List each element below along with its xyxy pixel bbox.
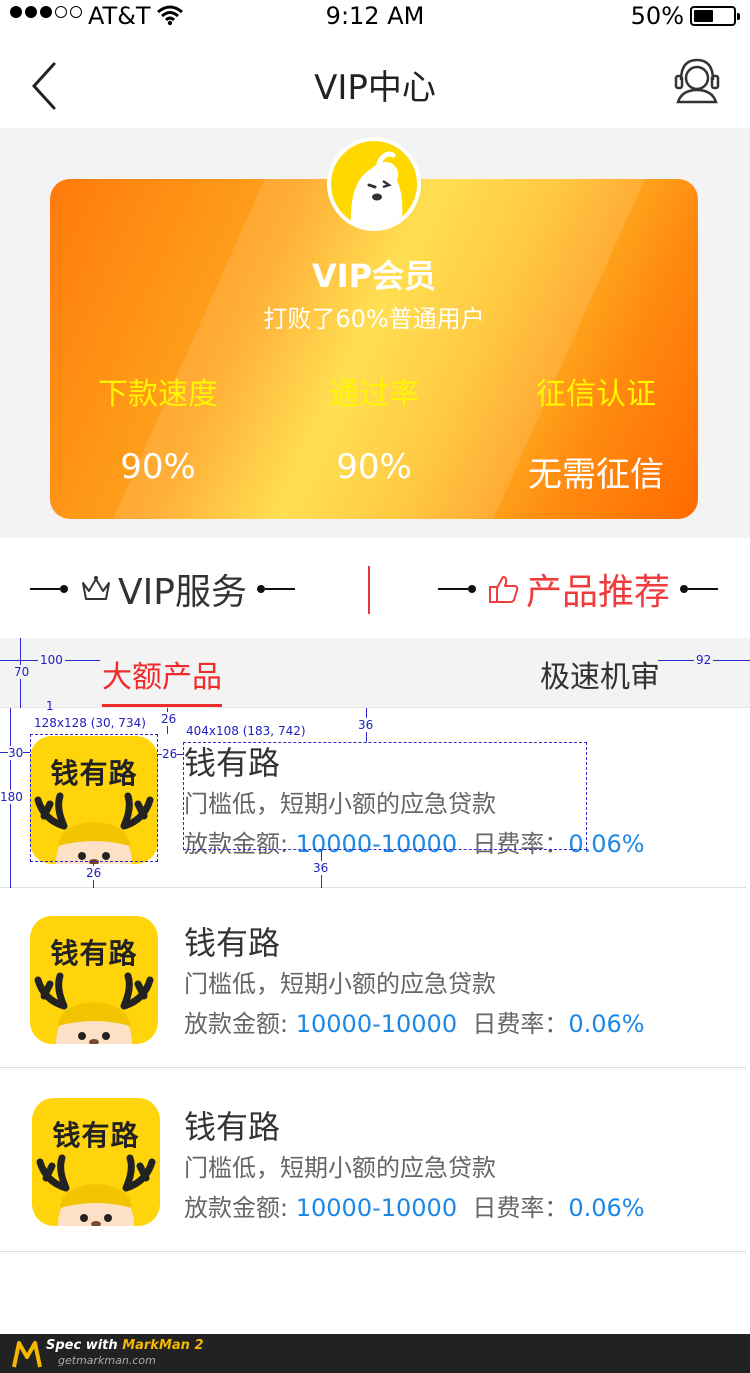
battery-icon bbox=[690, 6, 740, 26]
sub-tabs: 大额产品 极速机审 bbox=[0, 638, 750, 708]
tab-deco-right bbox=[256, 585, 295, 593]
tab-label: 产品推荐 bbox=[526, 572, 671, 613]
measure-label: 26 bbox=[162, 747, 178, 761]
product-name: 钱有路 bbox=[184, 1108, 281, 1146]
tab-deco-left bbox=[30, 585, 68, 593]
product-description: 门槛低，短期小额的应急贷款 bbox=[184, 970, 496, 998]
tab-label: VIP服务 bbox=[118, 572, 247, 613]
amount-value: 10000-10000 bbox=[295, 1010, 458, 1038]
list-item[interactable]: 钱有路 钱有路 门槛低，短期小额的应急贷款 放款金额: 10000-10000 … bbox=[0, 888, 746, 1068]
deer-mascot-icon bbox=[34, 972, 154, 1044]
measure-label: 70 bbox=[14, 665, 30, 679]
section-tabs: VIP服务 产品推荐 bbox=[0, 538, 750, 638]
nav-bar: VIP中心 bbox=[0, 32, 750, 128]
stat-value: 90% bbox=[336, 447, 412, 487]
measure-label: 404x108 (183, 742) bbox=[186, 724, 306, 738]
sub-tab-large-amount[interactable]: 大额产品 bbox=[102, 652, 222, 707]
rate-value: 0.06% bbox=[568, 1010, 645, 1038]
stat-pass-rate: 通过率 90% bbox=[266, 369, 482, 487]
stat-label: 下款速度 bbox=[98, 377, 218, 412]
battery-percentage: 50% bbox=[630, 2, 684, 30]
stat-speed: 下款速度 90% bbox=[50, 369, 266, 487]
rate-label: 日费率： bbox=[472, 1010, 569, 1038]
product-meta: 放款金额: 10000-10000 日费率：0.06% bbox=[184, 1004, 645, 1039]
measure-label: 36 bbox=[358, 718, 374, 732]
rate-value: 0.06% bbox=[568, 1194, 645, 1222]
site-label: getmarkman.com bbox=[58, 1354, 156, 1367]
spec-label: Spec with MarkMan 2 bbox=[46, 1338, 204, 1353]
list-item[interactable]: 钱有路 钱有路 门槛低，短期小额的应急贷款 放款金额: 10000-10000 … bbox=[0, 1068, 746, 1252]
chick-mascot-icon bbox=[350, 151, 403, 227]
markman-logo-icon bbox=[12, 1341, 42, 1368]
status-bar: AT&T 9:12 AM 50% bbox=[0, 0, 750, 32]
amount-label: 放款金额: bbox=[184, 1010, 289, 1038]
measure-label: 36 bbox=[313, 861, 329, 875]
crown-icon bbox=[82, 576, 110, 600]
measure-label: 128x128 (30, 734) bbox=[34, 716, 146, 730]
measure-label: 92 bbox=[694, 653, 714, 667]
measure-box bbox=[30, 734, 158, 862]
deer-mascot-icon bbox=[36, 1154, 156, 1226]
page-title: VIP中心 bbox=[314, 68, 436, 108]
stat-label: 征信认证 bbox=[536, 377, 656, 412]
amount-value: 10000-10000 bbox=[295, 1194, 458, 1222]
battery-fill bbox=[694, 10, 713, 22]
measure-label: 1 bbox=[46, 699, 54, 713]
product-name: 钱有路 bbox=[184, 924, 281, 962]
amount-label: 放款金额: bbox=[184, 1194, 289, 1222]
tab-product-recommend[interactable]: 产品推荐 bbox=[438, 564, 719, 614]
tab-divider bbox=[368, 566, 370, 614]
sub-tab-fast-review[interactable]: 极速机审 bbox=[540, 652, 660, 696]
product-meta: 放款金额: 10000-10000 日费率：0.06% bbox=[184, 1188, 645, 1223]
avatar[interactable] bbox=[327, 137, 421, 231]
markman-footer: Spec with MarkMan 2 getmarkman.com bbox=[0, 1334, 750, 1373]
customer-service-icon[interactable] bbox=[674, 56, 720, 106]
measure-label: 26 bbox=[161, 712, 177, 726]
measure-label: 30 bbox=[8, 746, 24, 760]
product-logo: 钱有路 bbox=[30, 916, 158, 1044]
sub-tab-label: 极速机审 bbox=[540, 660, 660, 695]
rate-label: 日费率： bbox=[472, 1194, 569, 1222]
vip-title: VIP会员 bbox=[311, 257, 437, 295]
measure-label: 180 bbox=[0, 790, 23, 804]
stat-label: 通过率 bbox=[329, 377, 419, 412]
measure-box bbox=[183, 742, 587, 850]
stat-value: 90% bbox=[120, 447, 196, 487]
thumbs-up-icon bbox=[489, 576, 519, 603]
tab-deco-left bbox=[438, 585, 476, 593]
stat-value: 无需征信 bbox=[528, 455, 664, 495]
stat-credit: 征信认证 无需征信 bbox=[488, 369, 698, 496]
active-underline bbox=[102, 704, 222, 707]
vip-subtitle: 打败了60%普通用户 bbox=[263, 305, 485, 333]
measure-label: 26 bbox=[86, 866, 102, 880]
product-logo: 钱有路 bbox=[32, 1098, 160, 1226]
sub-tab-label: 大额产品 bbox=[102, 660, 222, 695]
tab-deco-right bbox=[680, 585, 719, 593]
tab-vip-service[interactable]: VIP服务 bbox=[30, 564, 295, 614]
measure-label: 100 bbox=[38, 653, 65, 667]
product-description: 门槛低，短期小额的应急贷款 bbox=[184, 1154, 496, 1182]
